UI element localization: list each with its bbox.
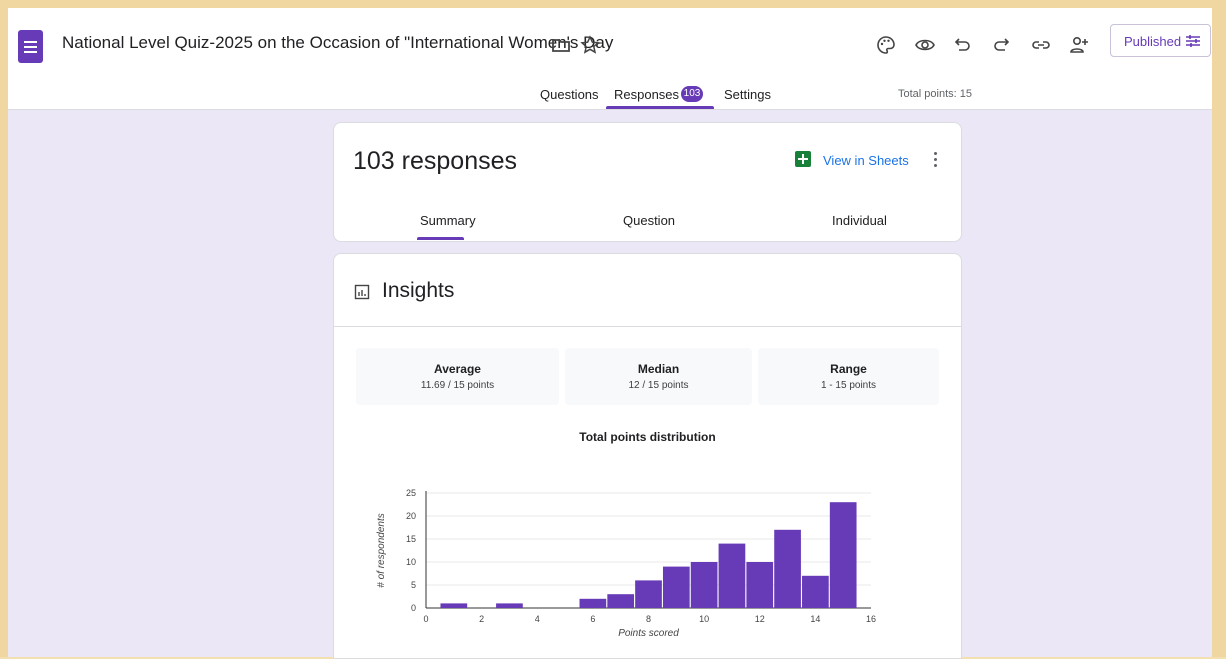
add-collaborator-icon[interactable] [1068,34,1090,56]
link-icon[interactable] [1030,34,1052,56]
x-tick-label: 8 [646,614,651,624]
histogram-bar [718,543,746,608]
stat-median-value: 12 / 15 points [628,380,689,391]
histogram-bar [802,575,829,608]
histogram-bar [579,598,607,608]
forms-logo-icon[interactable] [18,30,43,63]
points-distribution-chart: 0 5 10 15 20 25 0 2 4 6 8 10 12 14 16 Points scored # of… [376,488,876,639]
x-axis-label: Points scored [618,628,679,639]
subtab-summary[interactable]: Summary [420,213,476,228]
stat-average: Average 11.69 / 15 points [356,348,559,405]
preview-eye-icon[interactable] [914,34,936,56]
y-tick-label: 20 [406,511,416,521]
form-tabs: Questions Responses 103 Settings Total p… [8,83,1212,109]
insights-divider [334,326,961,327]
y-tick-label: 25 [406,488,416,498]
stat-range-label: Range [830,362,867,376]
x-tick-label: 12 [755,614,765,624]
stat-range-value: 1 - 15 points [820,380,877,391]
redo-icon[interactable] [990,34,1012,56]
histogram-bar [635,580,662,608]
published-label: Published [1124,34,1182,49]
x-tick-label: 16 [866,614,876,624]
y-tick-label: 10 [406,557,416,567]
subtab-question[interactable]: Question [623,213,675,228]
histogram-bar [774,529,801,608]
active-subtab-indicator [417,237,464,240]
histogram-bar [690,562,718,608]
insights-card: Insights Average 11.69 / 15 points Media… [333,253,962,659]
star-icon[interactable] [579,34,601,56]
more-options-icon[interactable] [930,150,940,170]
x-tick-label: 0 [423,614,428,624]
x-tick-label: 14 [810,614,820,624]
tab-responses[interactable]: Responses [614,87,679,102]
form-title[interactable]: National Level Quiz-2025 on the Occasion… [62,33,613,53]
undo-icon[interactable] [952,34,974,56]
chart-title: Total points distribution [579,430,716,444]
stat-median: Median 12 / 15 points [565,348,752,405]
active-tab-indicator [606,106,714,109]
top-bar: National Level Quiz-2025 on the Occasion… [8,8,1212,110]
publish-settings-icon [1186,35,1200,47]
view-in-sheets-link[interactable]: View in Sheets [823,153,909,168]
histogram-bar [607,594,635,608]
insights-chart-icon [354,284,370,300]
y-axis-label: # of respondents [376,513,387,588]
histogram-bar [829,502,857,608]
palette-icon[interactable] [875,34,897,56]
stat-range: Range 1 - 15 points [758,348,939,405]
published-button[interactable]: Published [1110,24,1211,57]
forms-app: National Level Quiz-2025 on the Occasion… [8,8,1212,659]
responses-summary-card: 103 responses View in Sheets Summary Que… [333,122,962,242]
tab-settings[interactable]: Settings [724,87,771,102]
folder-icon[interactable] [550,34,572,56]
responses-count-badge: 103 [681,86,703,102]
tab-questions[interactable]: Questions [540,87,599,102]
x-tick-label: 10 [699,614,709,624]
y-tick-label: 15 [406,534,416,544]
histogram-bar [440,603,468,608]
y-tick-label: 0 [411,603,416,613]
stat-average-value: 11.69 / 15 points [420,380,495,391]
histogram-bar [746,562,774,608]
sheets-icon[interactable] [795,151,811,167]
stat-median-label: Median [637,362,680,376]
insights-title: Insights [382,279,455,302]
x-tick-label: 2 [479,614,484,624]
responses-count-heading: 103 responses [353,147,518,175]
stat-average-label: Average [434,362,481,376]
total-points-label: Total points: 15 [898,88,972,100]
x-tick-label: 6 [590,614,595,624]
histogram-bar [496,603,523,608]
subtab-individual[interactable]: Individual [832,213,887,228]
histogram-bar [662,566,690,608]
y-tick-label: 5 [411,580,416,590]
x-tick-label: 4 [535,614,540,624]
